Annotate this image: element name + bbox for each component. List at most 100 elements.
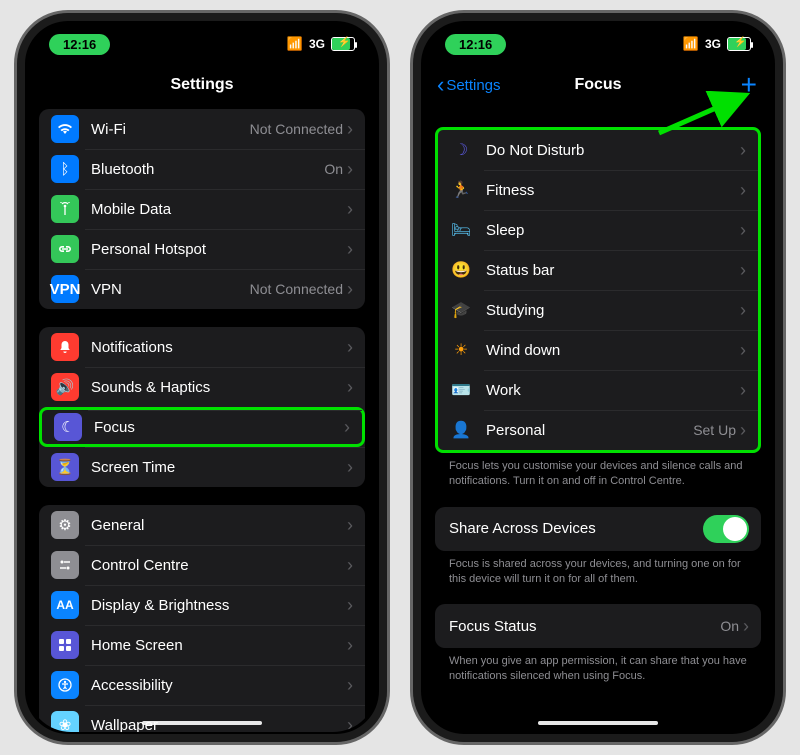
status-time: 12:16 — [445, 34, 506, 55]
chevron-right-icon: › — [347, 377, 353, 398]
chevron-right-icon: › — [743, 616, 749, 637]
nav-header: ‹ Settings Focus + — [423, 65, 773, 105]
speaker-icon: 🔊 — [51, 373, 79, 401]
row-studying[interactable]: 🎓 Studying › — [438, 290, 758, 330]
page-title: Settings — [170, 76, 233, 94]
chevron-right-icon: › — [347, 595, 353, 616]
chevron-right-icon: › — [344, 417, 350, 438]
moon-icon: ☽ — [450, 140, 472, 160]
chevron-right-icon: › — [347, 337, 353, 358]
signal-icon: 📶 — [287, 36, 303, 52]
row-label: Wi-Fi — [91, 121, 250, 138]
runner-icon: 🏃 — [450, 180, 472, 200]
row-label: Fitness — [486, 182, 740, 199]
share-group: Share Across Devices — [435, 507, 761, 551]
row-sleep[interactable]: 🛏 Sleep › — [438, 210, 758, 250]
home-indicator[interactable] — [538, 721, 658, 725]
row-label: Control Centre — [91, 557, 347, 574]
row-label: Home Screen — [91, 637, 347, 654]
bell-icon — [51, 333, 79, 361]
row-mobile-data[interactable]: Mobile Data › — [39, 189, 365, 229]
row-value: On — [720, 618, 739, 634]
chevron-right-icon: › — [347, 715, 353, 733]
chevron-right-icon: › — [740, 380, 746, 401]
row-label: Do Not Disturb — [486, 142, 740, 159]
chevron-left-icon: ‹ — [437, 72, 444, 98]
row-value: Not Connected — [250, 121, 343, 137]
chevron-right-icon: › — [347, 515, 353, 536]
phone-right: 12:16 📶 3G ⚡ ‹ Settings Focus + — [410, 10, 786, 745]
chevron-right-icon: › — [347, 279, 353, 300]
row-label: Personal Hotspot — [91, 241, 347, 258]
row-status-bar[interactable]: 😃 Status bar › — [438, 250, 758, 290]
chevron-right-icon: › — [347, 159, 353, 180]
chevron-right-icon: › — [347, 635, 353, 656]
row-focus[interactable]: ☾ Focus › — [39, 407, 365, 447]
page-title: Focus — [574, 76, 621, 94]
plus-icon: + — [741, 69, 757, 100]
chevron-right-icon: › — [347, 199, 353, 220]
status-bar: 12:16 📶 3G ⚡ — [27, 23, 377, 65]
row-display[interactable]: AA Display & Brightness › — [39, 585, 365, 625]
link-icon — [51, 235, 79, 263]
row-general[interactable]: ⚙ General › — [39, 505, 365, 545]
share-footer: Focus is shared across your devices, and… — [435, 551, 761, 587]
row-wind-down[interactable]: ☀ Wind down › — [438, 330, 758, 370]
row-work[interactable]: 🪪 Work › — [438, 370, 758, 410]
share-toggle[interactable] — [703, 515, 749, 543]
row-sounds[interactable]: 🔊 Sounds & Haptics › — [39, 367, 365, 407]
graduation-icon: 🎓 — [450, 300, 472, 320]
hourglass-icon: ⏳ — [51, 453, 79, 481]
grid-icon — [51, 631, 79, 659]
chevron-right-icon: › — [347, 239, 353, 260]
aa-icon: AA — [51, 591, 79, 619]
status-time: 12:16 — [49, 34, 110, 55]
row-screen-time[interactable]: ⏳ Screen Time › — [39, 447, 365, 487]
focus-status-group: Focus Status On › — [435, 604, 761, 648]
chevron-right-icon: › — [740, 180, 746, 201]
row-home-screen[interactable]: Home Screen › — [39, 625, 365, 665]
row-bluetooth[interactable]: ᛒ Bluetooth On › — [39, 149, 365, 189]
row-wallpaper[interactable]: ❀ Wallpaper › — [39, 705, 365, 732]
settings-group-connectivity: Wi-Fi Not Connected › ᛒ Bluetooth On › M… — [39, 109, 365, 309]
chevron-right-icon: › — [740, 220, 746, 241]
focus-modes-footer: Focus lets you customise your devices an… — [435, 453, 761, 489]
battery-icon: ⚡ — [331, 37, 355, 51]
row-label: Display & Brightness — [91, 597, 347, 614]
row-dnd[interactable]: ☽ Do Not Disturb › — [438, 130, 758, 170]
row-label: Work — [486, 382, 740, 399]
back-label: Settings — [446, 77, 500, 94]
row-value: Not Connected — [250, 281, 343, 297]
wifi-icon — [51, 115, 79, 143]
row-label: Studying — [486, 302, 740, 319]
home-indicator[interactable] — [142, 721, 262, 725]
moon-icon: ☾ — [54, 413, 82, 441]
vpn-icon: VPN — [51, 275, 79, 303]
row-label: VPN — [91, 281, 250, 298]
row-fitness[interactable]: 🏃 Fitness › — [438, 170, 758, 210]
wallpaper-icon: ❀ — [51, 711, 79, 732]
row-notifications[interactable]: Notifications › — [39, 327, 365, 367]
row-control-centre[interactable]: Control Centre › — [39, 545, 365, 585]
back-button[interactable]: ‹ Settings — [437, 72, 501, 98]
antenna-icon — [51, 195, 79, 223]
row-label: Personal — [486, 422, 693, 439]
battery-icon: ⚡ — [727, 37, 751, 51]
settings-group-general: ⚙ General › Control Centre › AA Display … — [39, 505, 365, 732]
sunset-icon: ☀ — [450, 340, 472, 360]
row-value: On — [324, 161, 343, 177]
row-accessibility[interactable]: Accessibility › — [39, 665, 365, 705]
row-wifi[interactable]: Wi-Fi Not Connected › — [39, 109, 365, 149]
bluetooth-icon: ᛒ — [51, 155, 79, 183]
row-vpn[interactable]: VPN VPN Not Connected › — [39, 269, 365, 309]
focus-modes-group: ☽ Do Not Disturb › 🏃 Fitness › 🛏 Sleep › — [435, 127, 761, 453]
row-personal[interactable]: 👤 Personal Set Up › — [438, 410, 758, 450]
row-hotspot[interactable]: Personal Hotspot › — [39, 229, 365, 269]
badge-icon: 🪪 — [450, 380, 472, 400]
row-label: Bluetooth — [91, 161, 324, 178]
chevron-right-icon: › — [740, 140, 746, 161]
row-share-across-devices[interactable]: Share Across Devices — [435, 507, 761, 551]
row-focus-status[interactable]: Focus Status On › — [435, 604, 761, 648]
sliders-icon — [51, 551, 79, 579]
row-label: Sounds & Haptics — [91, 379, 347, 396]
